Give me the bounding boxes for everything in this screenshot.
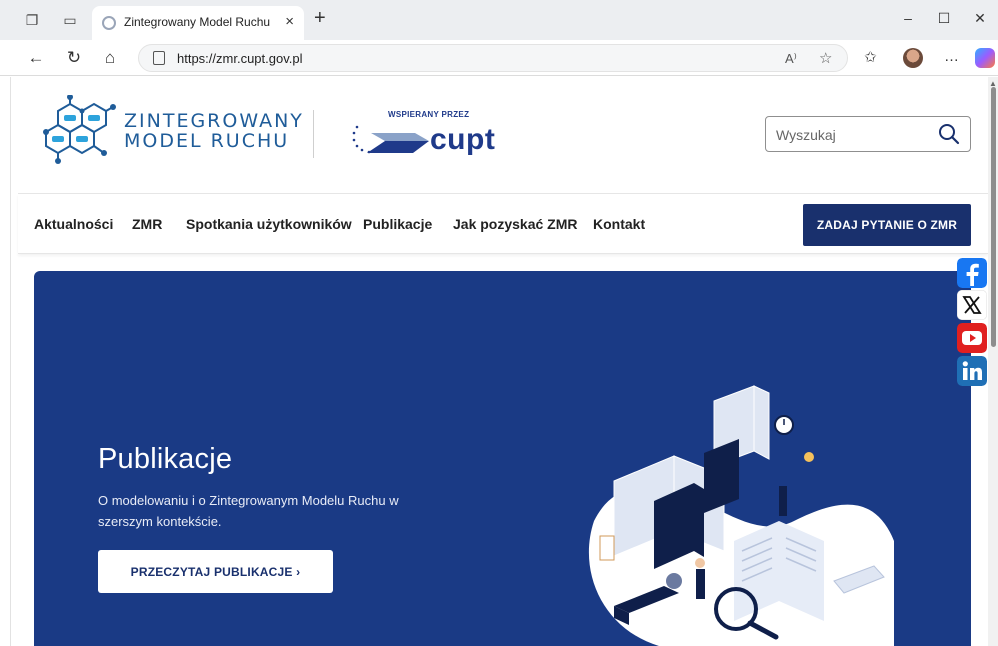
workspaces-icon[interactable]: ❐: [24, 12, 40, 28]
web-page: ZINTEGROWANY MODEL RUCHU WSPIERANY PRZEZ…: [0, 77, 998, 646]
address-bar-row: ← ↻ ⌂ https://zmr.cupt.gov.pl A⁾ ☆ ✩ …: [0, 40, 998, 76]
linkedin-icon[interactable]: [957, 356, 987, 386]
page-edge: [10, 77, 11, 646]
nav-item-spotkania[interactable]: Spotkania użytkowników: [186, 216, 352, 232]
tab-actions-icon[interactable]: ▭: [62, 12, 78, 28]
logo-line-1: ZINTEGROWANY: [124, 110, 304, 132]
browser-tab[interactable]: Zintegrowany Model Ruchu ×: [92, 6, 304, 40]
nav-item-zmr[interactable]: ZMR: [132, 216, 162, 232]
copilot-icon[interactable]: [975, 48, 995, 68]
lock-icon[interactable]: [153, 51, 165, 65]
search-box: [765, 116, 971, 152]
supported-by-label: WSPIERANY PRZEZ: [388, 110, 470, 119]
maximize-icon[interactable]: ☐: [934, 10, 954, 27]
zmr-logo-text[interactable]: ZINTEGROWANY MODEL RUCHU: [124, 111, 304, 151]
url-text: https://zmr.cupt.gov.pl: [177, 51, 303, 66]
home-icon[interactable]: ⌂: [100, 48, 120, 68]
nav-item-kontakt[interactable]: Kontakt: [593, 216, 645, 232]
new-tab-icon[interactable]: +: [314, 7, 326, 30]
back-icon[interactable]: ←: [26, 48, 46, 68]
main-navigation: Aktualności ZMR Spotkania użytkowników P…: [18, 194, 988, 254]
facebook-icon[interactable]: [957, 258, 987, 288]
ask-question-button[interactable]: ZADAJ PYTANIE O ZMR: [803, 204, 971, 246]
browser-tab-bar: ❐ ▭ Zintegrowany Model Ruchu × + – ☐ ✕: [0, 0, 998, 40]
logo-divider: [313, 110, 314, 158]
youtube-icon[interactable]: [957, 323, 987, 353]
close-window-icon[interactable]: ✕: [970, 10, 990, 27]
settings-more-icon[interactable]: …: [944, 48, 959, 65]
hero-subtitle: O modelowaniu i o Zintegrowanym Modelu R…: [98, 493, 399, 529]
nav-item-aktualnosci[interactable]: Aktualności: [34, 216, 113, 232]
logo-line-2: MODEL RUCHU: [124, 130, 290, 152]
nav-item-publikacje[interactable]: Publikacje: [363, 216, 432, 232]
publications-illustration: [589, 385, 894, 646]
site-header: ZINTEGROWANY MODEL RUCHU WSPIERANY PRZEZ…: [18, 77, 988, 194]
site-favicon-icon: [102, 16, 116, 30]
read-aloud-icon[interactable]: A⁾: [785, 51, 797, 67]
close-tab-icon[interactable]: ×: [285, 13, 294, 30]
zmr-logo-icon[interactable]: [38, 95, 116, 167]
hero-banner: Publikacje O modelowaniu i o Zintegrowan…: [34, 271, 971, 646]
refresh-icon[interactable]: ↻: [64, 48, 84, 68]
url-field[interactable]: https://zmr.cupt.gov.pl A⁾ ☆: [138, 44, 848, 72]
favorite-star-icon[interactable]: ☆: [819, 49, 832, 67]
search-icon[interactable]: [938, 123, 960, 145]
minimize-icon[interactable]: –: [898, 10, 918, 26]
search-input[interactable]: [776, 125, 926, 145]
nav-item-jak-pozyskac[interactable]: Jak pozyskać ZMR: [453, 216, 578, 232]
profile-avatar[interactable]: [903, 48, 923, 68]
cupt-logo-text[interactable]: cupt: [430, 123, 495, 157]
cupt-logo-icon[interactable]: [351, 121, 431, 161]
read-publications-button[interactable]: PRZECZYTAJ PUBLIKACJE ›: [98, 550, 333, 593]
scrollbar-thumb[interactable]: [991, 87, 996, 347]
x-icon[interactable]: [957, 290, 987, 320]
hero-title: Publikacje: [98, 443, 233, 475]
tab-title: Zintegrowany Model Ruchu: [124, 15, 271, 29]
favorites-icon[interactable]: ✩: [864, 48, 877, 66]
